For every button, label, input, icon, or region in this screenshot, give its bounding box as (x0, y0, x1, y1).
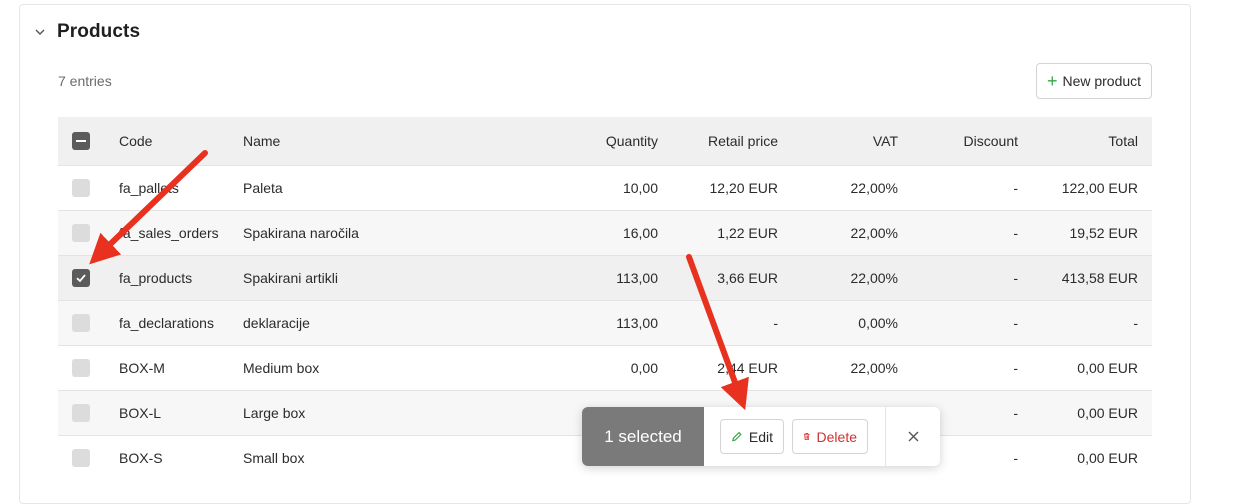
cell-discount: - (1013, 314, 1018, 331)
cell-retail-price: 12,20 EUR (709, 179, 778, 196)
pencil-icon (732, 431, 742, 442)
entries-count: 7 entries (58, 73, 112, 89)
col-quantity[interactable]: Quantity (543, 117, 658, 165)
edit-button[interactable]: Edit (720, 419, 784, 454)
col-retail-price[interactable]: Retail price (658, 117, 778, 165)
cell-total: 19,52 EUR (1069, 224, 1138, 241)
col-name[interactable]: Name (243, 117, 543, 165)
new-product-label: New product (1062, 73, 1142, 89)
cell-name: Spakirani artikli (243, 269, 338, 286)
cell-code: fa_products (119, 269, 193, 286)
close-icon (908, 431, 918, 442)
delete-button[interactable]: Delete (792, 419, 868, 454)
row-checkbox[interactable] (72, 223, 90, 242)
table-row[interactable]: fa_pallets Paleta 10,00 12,20 EUR 22,00%… (58, 165, 1152, 210)
col-vat[interactable]: VAT (778, 117, 898, 165)
cell-vat: 22,00% (850, 359, 898, 376)
col-total[interactable]: Total (1018, 117, 1152, 165)
table-row-selected[interactable]: fa_products Spakirani artikli 113,00 3,6… (58, 255, 1152, 300)
row-checkbox[interactable] (72, 178, 90, 197)
cell-total: 0,00 EUR (1077, 449, 1138, 466)
cell-total: - (1133, 314, 1138, 331)
cell-retail-price: 2,44 EUR (717, 359, 778, 376)
chevron-down-icon (34, 26, 46, 38)
row-checkbox[interactable] (72, 448, 90, 467)
cell-retail-price: 1,22 EUR (717, 224, 778, 241)
cell-quantity: 16,00 (622, 224, 658, 241)
cell-discount: - (1013, 359, 1018, 376)
delete-label: Delete (816, 428, 857, 445)
section-toggle[interactable]: Products (34, 19, 140, 45)
trash-icon (803, 432, 810, 441)
cell-vat: 22,00% (850, 224, 898, 241)
section-title: Products (57, 21, 141, 42)
cell-name: Spakirana naročila (243, 224, 359, 241)
check-icon (76, 274, 86, 282)
table-row[interactable]: fa_declarations deklaracije 113,00 - 0,0… (58, 300, 1152, 345)
cell-quantity: 113,00 (616, 269, 658, 286)
cell-discount: - (1013, 179, 1018, 196)
close-bulk-button[interactable] (886, 431, 940, 442)
cell-name: Large box (243, 404, 306, 421)
cell-total: 0,00 EUR (1077, 359, 1138, 376)
cell-total: 0,00 EUR (1077, 404, 1138, 421)
cell-code: BOX-L (119, 404, 162, 421)
table-row[interactable]: BOX-M Medium box 0,00 2,44 EUR 22,00% - … (58, 345, 1152, 390)
cell-discount: - (1013, 224, 1018, 241)
cell-retail-price: - (773, 314, 778, 331)
cell-code: fa_sales_orders (119, 224, 219, 241)
cell-retail-price: 3,66 EUR (717, 269, 778, 286)
cell-name: Medium box (243, 359, 320, 376)
cell-code: fa_declarations (119, 314, 214, 331)
cell-code: fa_pallets (119, 179, 179, 196)
cell-code: BOX-M (119, 359, 165, 376)
edit-label: Edit (748, 428, 773, 445)
bulk-action-bar: 1 selected Edit Delete (582, 407, 940, 466)
cell-name: Small box (243, 449, 305, 466)
row-checkbox-checked[interactable] (72, 268, 90, 287)
cell-vat: 0,00% (858, 314, 898, 331)
cell-name: Paleta (243, 179, 283, 196)
cell-code: BOX-S (119, 449, 163, 466)
cell-total: 122,00 EUR (1061, 179, 1138, 196)
table-header: Code Name Quantity Retail price VAT Disc… (58, 117, 1152, 165)
row-checkbox[interactable] (72, 313, 90, 332)
cell-quantity: 10,00 (622, 179, 658, 196)
cell-quantity: 0,00 (630, 359, 658, 376)
table-row[interactable]: fa_sales_orders Spakirana naročila 16,00… (58, 210, 1152, 255)
cell-total: 413,58 EUR (1061, 269, 1138, 286)
cell-name: deklaracije (243, 314, 310, 331)
col-discount[interactable]: Discount (898, 117, 1018, 165)
cell-discount: - (1013, 269, 1018, 286)
selected-count: 1 selected (582, 407, 704, 466)
cell-vat: 22,00% (850, 179, 898, 196)
row-checkbox[interactable] (72, 358, 90, 377)
cell-quantity: 113,00 (616, 314, 658, 331)
col-code[interactable]: Code (119, 117, 243, 165)
new-product-button[interactable]: + New product (1036, 63, 1152, 99)
plus-icon: + (1046, 71, 1058, 91)
cell-vat: 22,00% (850, 269, 898, 286)
select-all-checkbox[interactable] (72, 131, 90, 150)
row-checkbox[interactable] (72, 403, 90, 422)
